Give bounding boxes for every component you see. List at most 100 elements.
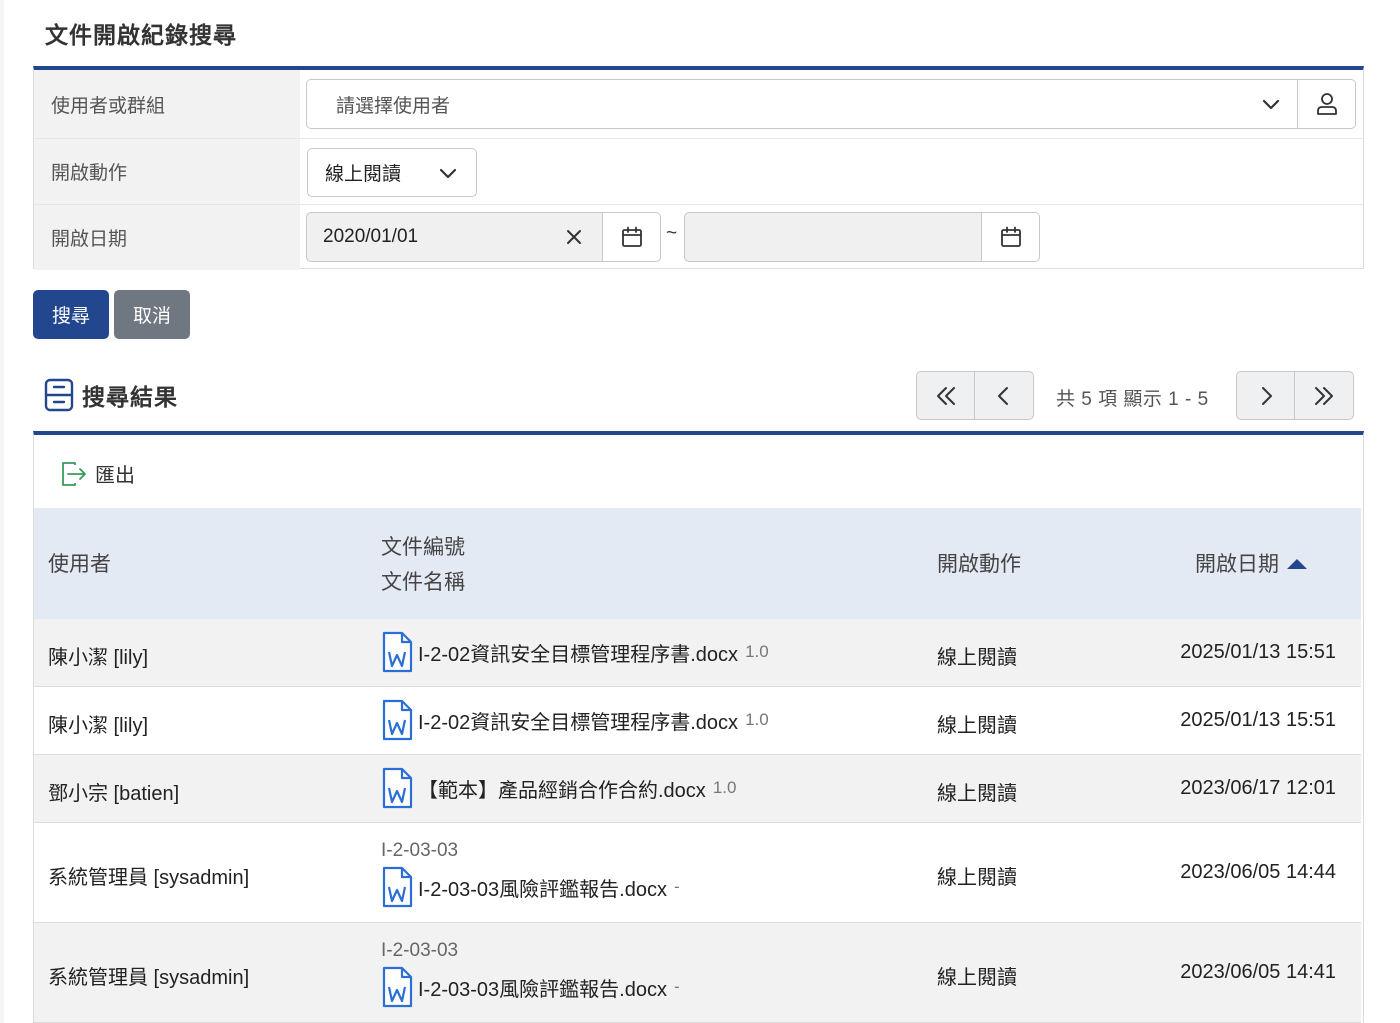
date-to-input[interactable] — [684, 212, 982, 262]
last-page-button[interactable] — [1295, 371, 1354, 420]
document-version: - — [673, 977, 680, 996]
results-header: 搜尋結果 — [44, 378, 178, 412]
results-table: 使用者 文件編號 文件名稱 開啟動作 開啟日期 陳小潔 [lily] I-2-0… — [34, 508, 1361, 1023]
cell-user: 系統管理員 [sysadmin] — [48, 967, 250, 989]
word-file-icon — [382, 699, 413, 741]
cell-user: 陳小潔 [lily] — [48, 715, 148, 737]
document-name: 【範本】產品經銷合作合約.docx — [418, 779, 706, 802]
export-label: 匯出 — [95, 465, 135, 487]
pager-info: 共 5 項 顯示 1 - 5 — [1056, 389, 1209, 410]
search-button[interactable]: 搜尋 — [33, 290, 109, 339]
cell-action: 線上閱讀 — [937, 783, 1017, 805]
column-header-document[interactable]: 文件編號 文件名稱 — [381, 530, 465, 600]
word-file-icon — [382, 966, 413, 1008]
cell-document: I-2-02資訊安全目標管理程序書.docx 1.0 — [381, 631, 769, 673]
cell-action: 線上閱讀 — [937, 647, 1017, 669]
column-header-doc-no: 文件編號 — [381, 536, 465, 559]
document-link[interactable]: 【範本】產品經銷合作合約.docx 1.0 — [381, 767, 736, 809]
cell-date: 2023/06/05 14:44 — [1180, 861, 1336, 883]
cell-document: I-2-03-03 I-2-03-03風險評鑑報告.docx - — [381, 940, 680, 1008]
cell-action: 線上閱讀 — [937, 867, 1017, 889]
cell-date: 2025/01/13 15:51 — [1180, 709, 1336, 731]
cell-date: 2023/06/17 12:01 — [1180, 777, 1336, 799]
results-title: 搜尋結果 — [82, 384, 178, 410]
calendar-icon — [1000, 226, 1021, 247]
document-number: I-2-03-03 — [381, 940, 459, 961]
chevrons-right-icon — [1315, 386, 1333, 405]
document-number: I-2-03-03 — [381, 840, 459, 861]
date-field-label: 開啟日期 — [34, 205, 300, 270]
archive-icon — [44, 378, 74, 412]
form-row-date: 開啟日期 2020/01/01 ~ — [34, 204, 1363, 270]
user-select-placeholder: 請選擇使用者 — [336, 95, 451, 117]
date-from-calendar-button[interactable] — [602, 212, 661, 262]
date-from-input[interactable]: 2020/01/01 — [306, 212, 603, 262]
chevron-down-icon — [439, 168, 457, 179]
document-version: 1.0 — [745, 710, 769, 729]
column-header-user[interactable]: 使用者 — [48, 548, 111, 578]
document-version: - — [673, 877, 680, 896]
document-link[interactable]: I-2-02資訊安全目標管理程序書.docx 1.0 — [381, 699, 769, 741]
word-file-icon — [382, 631, 413, 673]
page-title: 文件開啟紀錄搜尋 — [45, 22, 237, 48]
table-header: 使用者 文件編號 文件名稱 開啟動作 開啟日期 — [34, 508, 1361, 619]
search-form: 使用者或群組 請選擇使用者 開啟動作 線上閱讀 開啟日期 2020/01/01 … — [33, 66, 1364, 270]
document-name: I-2-03-03風險評鑑報告.docx — [418, 978, 667, 1001]
calendar-icon — [621, 226, 642, 247]
first-page-button[interactable] — [916, 371, 975, 420]
cell-user: 系統管理員 [sysadmin] — [48, 867, 250, 889]
form-row-action: 開啟動作 線上閱讀 — [34, 138, 1363, 204]
document-version: 1.0 — [712, 778, 737, 797]
sort-asc-icon — [1287, 559, 1307, 569]
prev-page-button[interactable] — [975, 371, 1034, 420]
document-link[interactable]: I-2-03-03風險評鑑報告.docx - — [381, 866, 680, 908]
cancel-button[interactable]: 取消 — [114, 290, 190, 339]
user-field-label: 使用者或群組 — [34, 70, 300, 138]
table-row[interactable]: 陳小潔 [lily] I-2-02資訊安全目標管理程序書.docx 1.0 線上… — [34, 687, 1361, 755]
results-panel: 匯出 使用者 文件編號 文件名稱 開啟動作 開啟日期 陳小潔 [lily] I-… — [33, 431, 1364, 1023]
chevron-right-icon — [1261, 386, 1272, 405]
cell-user: 鄧小宗 [batien] — [48, 783, 180, 805]
document-link[interactable]: I-2-03-03風險評鑑報告.docx - — [381, 966, 680, 1008]
chevron-left-icon — [998, 386, 1008, 405]
action-field-label: 開啟動作 — [34, 139, 300, 204]
table-row[interactable]: 系統管理員 [sysadmin] I-2-03-03 I-2-03-03風險評鑑… — [34, 923, 1361, 1023]
column-header-date-label: 開啟日期 — [1195, 553, 1279, 576]
date-to-calendar-button[interactable] — [981, 212, 1040, 262]
user-picker-button[interactable] — [1297, 79, 1356, 129]
pager-prev-group — [916, 371, 1034, 420]
user-icon — [1316, 93, 1337, 115]
table-row[interactable]: 陳小潔 [lily] I-2-02資訊安全目標管理程序書.docx 1.0 線上… — [34, 619, 1361, 687]
document-link[interactable]: I-2-02資訊安全目標管理程序書.docx 1.0 — [381, 631, 769, 673]
cell-document: I-2-03-03 I-2-03-03風險評鑑報告.docx - — [381, 840, 680, 908]
cell-date: 2023/06/05 14:41 — [1180, 961, 1336, 983]
document-version: 1.0 — [745, 642, 769, 661]
word-file-icon — [382, 866, 413, 908]
document-name: I-2-02資訊安全目標管理程序書.docx — [418, 711, 739, 734]
cell-document: 【範本】產品經銷合作合約.docx 1.0 — [381, 767, 736, 809]
chevrons-left-icon — [936, 386, 955, 405]
column-header-date[interactable]: 開啟日期 — [1195, 548, 1307, 578]
pager-next-group — [1236, 371, 1354, 420]
document-name: I-2-02資訊安全目標管理程序書.docx — [418, 643, 739, 666]
cell-document: I-2-02資訊安全目標管理程序書.docx 1.0 — [381, 699, 769, 741]
cell-action: 線上閱讀 — [937, 967, 1017, 989]
chevron-down-icon — [1262, 99, 1280, 110]
form-row-user: 使用者或群組 請選擇使用者 — [34, 70, 1363, 138]
table-row[interactable]: 系統管理員 [sysadmin] I-2-03-03 I-2-03-03風險評鑑… — [34, 823, 1361, 923]
word-file-icon — [382, 767, 413, 809]
date-range-separator: ~ — [666, 223, 678, 244]
document-name: I-2-03-03風險評鑑報告.docx — [418, 878, 667, 901]
cell-action: 線上閱讀 — [937, 715, 1017, 737]
next-page-button[interactable] — [1236, 371, 1295, 420]
action-select[interactable]: 線上閱讀 — [307, 148, 477, 197]
cell-user: 陳小潔 [lily] — [48, 647, 148, 669]
user-select[interactable]: 請選擇使用者 — [306, 79, 1298, 129]
table-row[interactable]: 鄧小宗 [batien] 【範本】產品經銷合作合約.docx 1.0 線上閱讀 … — [34, 755, 1361, 823]
close-icon[interactable] — [564, 227, 584, 247]
action-select-value: 線上閱讀 — [325, 164, 402, 185]
date-from-value: 2020/01/01 — [323, 226, 419, 247]
column-header-doc-name: 文件名稱 — [381, 571, 465, 594]
column-header-action[interactable]: 開啟動作 — [937, 548, 1021, 578]
export-button[interactable]: 匯出 — [61, 459, 135, 488]
